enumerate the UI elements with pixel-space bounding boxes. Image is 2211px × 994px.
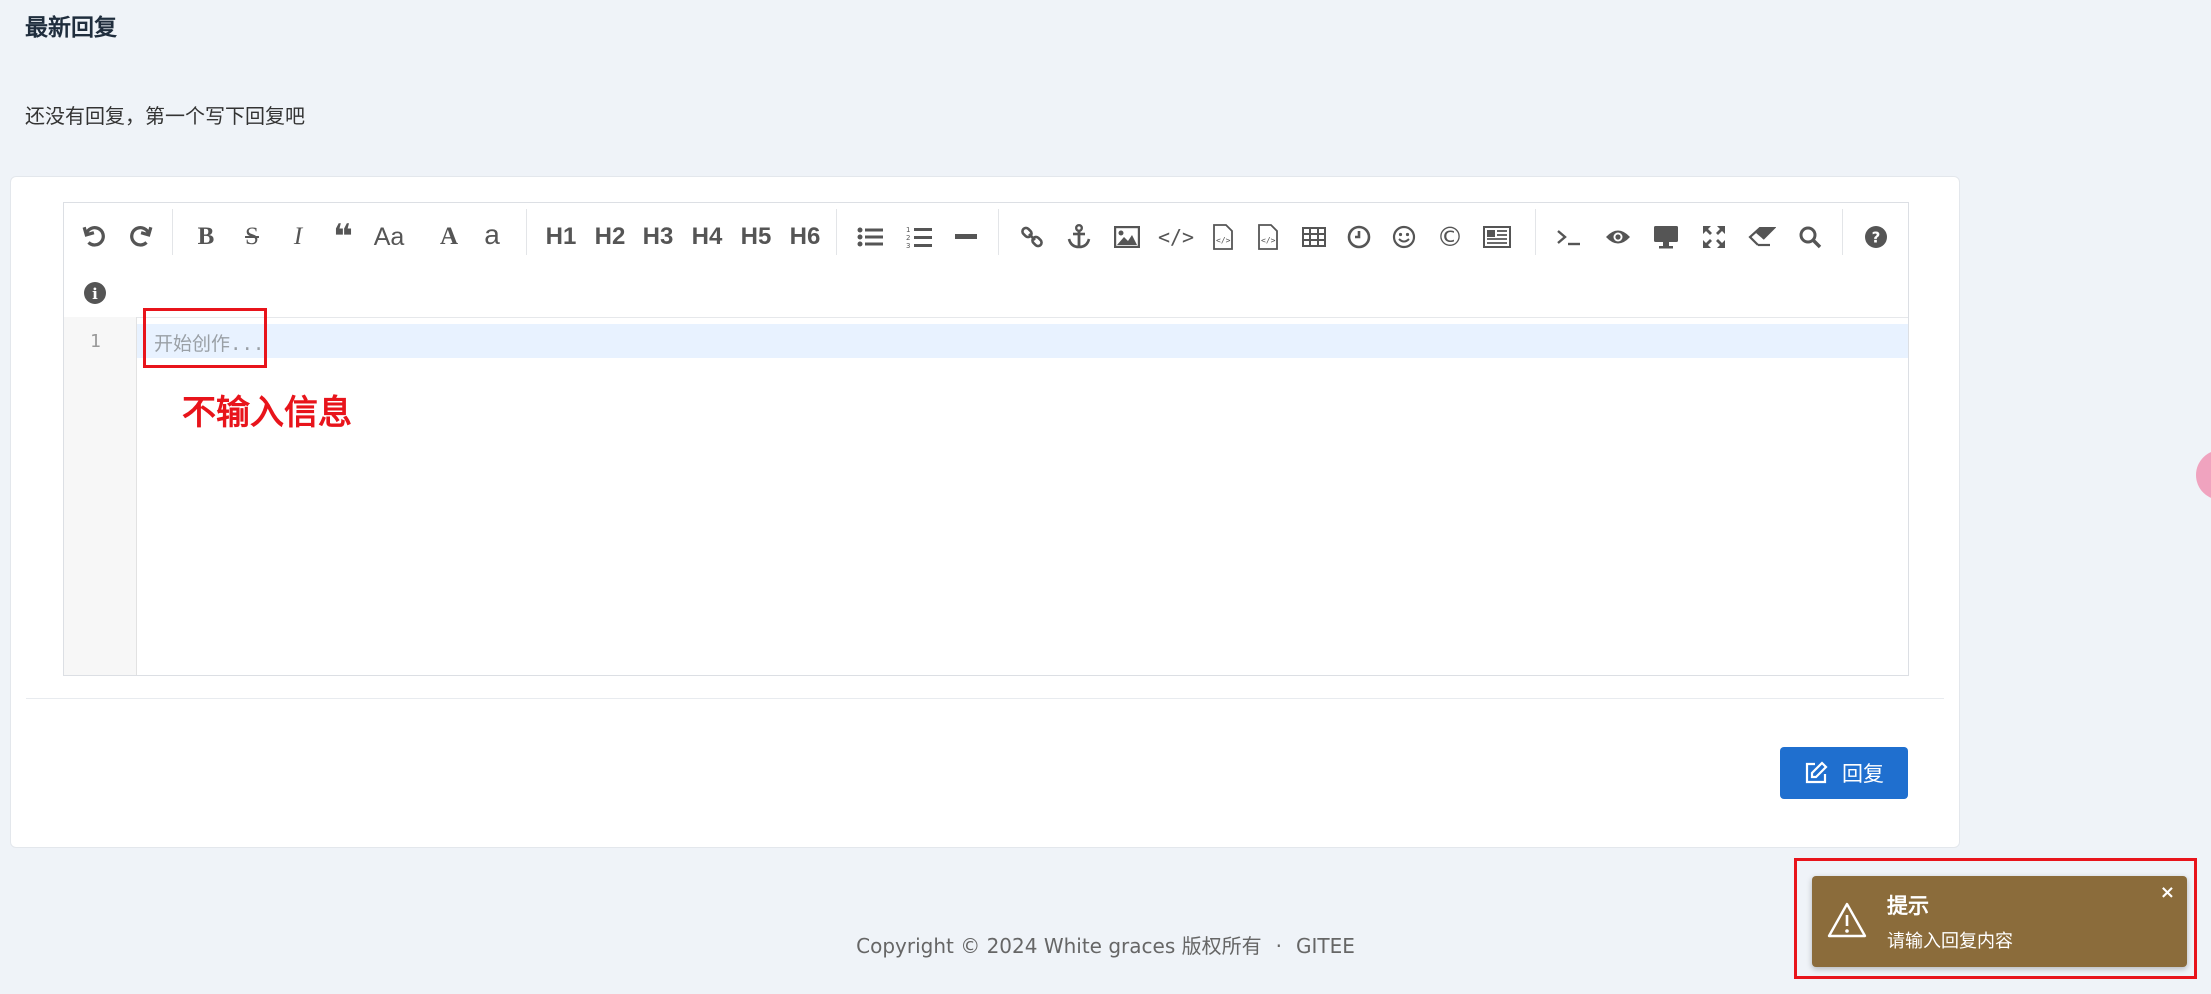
image-icon[interactable] [1105,215,1149,259]
edit-icon [1805,761,1828,784]
search-icon[interactable] [1788,215,1832,259]
unordered-list-icon[interactable] [848,215,892,259]
table-icon[interactable] [1292,215,1336,259]
quote-icon[interactable]: ❝ [321,215,365,259]
bold-icon[interactable]: B [184,215,228,259]
watch-preview-icon[interactable] [1596,215,1640,259]
info-icon[interactable]: i [73,271,117,315]
html-entities-icon[interactable]: © [1428,215,1472,259]
link-icon[interactable] [1010,215,1054,259]
code-block-icon[interactable]: </> [1201,215,1245,259]
inline-code-icon[interactable]: </> [1154,215,1198,259]
annotation-highlight-box [143,308,267,368]
latest-replies-title: 最新回复 [25,15,117,41]
warning-icon [1827,902,1867,942]
svg-text:?: ? [1872,229,1881,247]
toast-close-button[interactable]: × [2160,882,2175,903]
horizontal-rule-icon[interactable] [944,215,988,259]
pagebreak-icon[interactable] [1475,215,1519,259]
reply-button[interactable]: 回复 [1780,747,1908,799]
h5-button[interactable]: H5 [733,215,779,259]
h3-button[interactable]: H3 [635,215,681,259]
warning-toast: 提示 请输入回复内容 × [1812,876,2187,967]
case-icon[interactable]: Aa [367,215,411,259]
reply-card: B S I ❝ Aa A a H1 H2 H3 H4 H5 H6 123 </>… [10,176,1960,848]
lowercase-icon[interactable]: a [470,213,514,257]
h1-button[interactable]: H1 [538,215,584,259]
svg-text:1: 1 [906,226,910,234]
active-line-highlight [137,324,1908,358]
clear-icon[interactable] [1740,215,1784,259]
line-number-gutter: 1 [64,317,137,675]
svg-text:i: i [92,285,98,303]
emoji-icon[interactable] [1382,215,1426,259]
no-replies-text: 还没有回复，第一个写下回复吧 [25,104,305,128]
h2-button[interactable]: H2 [587,215,633,259]
line-number: 1 [90,331,101,352]
svg-text:2: 2 [906,234,910,242]
terminal-icon[interactable] [1547,215,1591,259]
undo-icon[interactable] [73,215,117,259]
preview-icon[interactable] [1644,215,1688,259]
help-icon[interactable]: ? [1854,215,1898,259]
italic-icon[interactable]: I [276,215,320,259]
divider [26,698,1944,699]
editor-toolbar: B S I ❝ Aa A a H1 H2 H3 H4 H5 H6 123 </>… [64,203,1908,318]
toast-message: 请输入回复内容 [1887,931,2013,952]
fullscreen-icon[interactable] [1692,215,1736,259]
redo-icon[interactable] [118,215,162,259]
footer-gitee-link[interactable]: GITEE [1296,934,1355,958]
anchor-icon[interactable] [1057,215,1101,259]
toast-title: 提示 [1887,894,1929,918]
uppercase-icon[interactable]: A [427,215,471,259]
markdown-editor: B S I ❝ Aa A a H1 H2 H3 H4 H5 H6 123 </>… [63,202,1909,676]
svg-text:</>: </> [1216,236,1231,245]
annotation-label: 不输入信息 [182,393,352,433]
reply-button-label: 回复 [1842,762,1884,786]
svg-text:</>: </> [1261,236,1276,245]
footer-copyright: Copyright © 2024 White graces 版权所有 [856,934,1262,958]
svg-text:3: 3 [906,242,910,249]
ordered-list-icon[interactable]: 123 [897,215,941,259]
floating-widget[interactable] [2196,450,2211,500]
preformatted-text-icon[interactable]: </> [1246,215,1290,259]
footer-separator: · [1275,934,1282,958]
datetime-icon[interactable] [1337,215,1381,259]
h4-button[interactable]: H4 [684,215,730,259]
h6-button[interactable]: H6 [782,215,828,259]
strikethrough-icon[interactable]: S [230,215,274,259]
